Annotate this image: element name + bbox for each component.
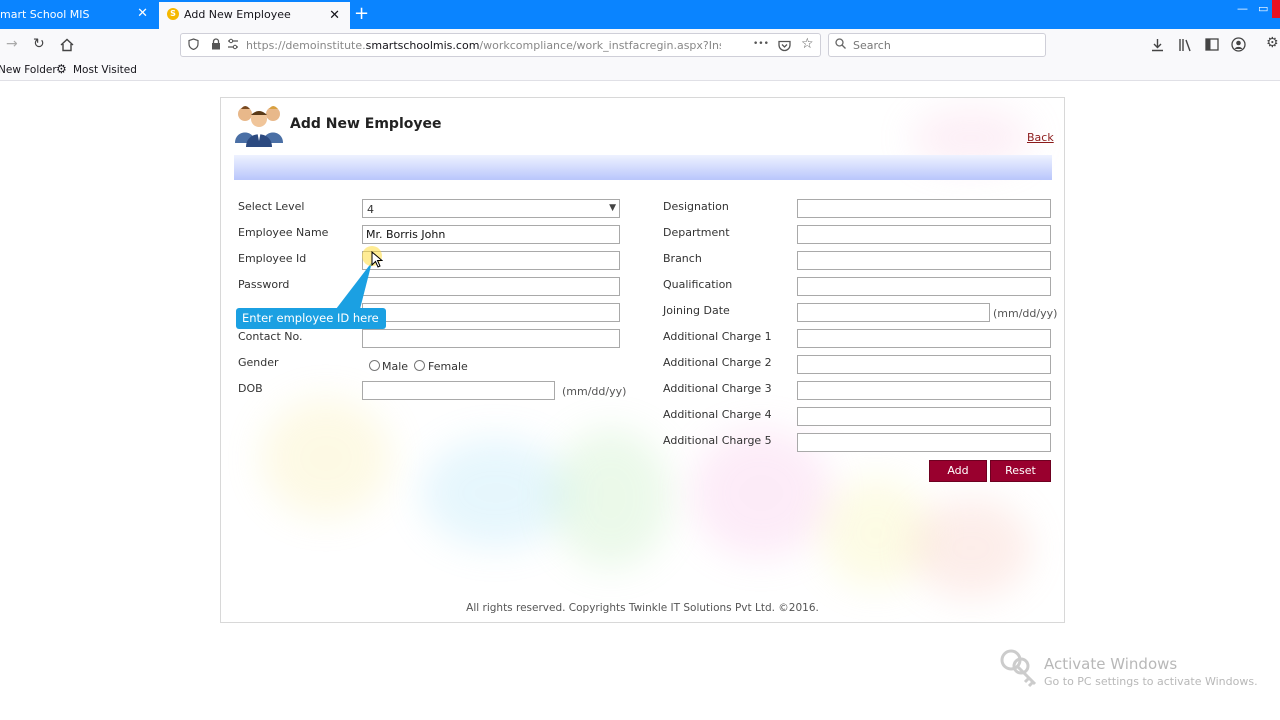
tooltip-pointer xyxy=(336,262,372,309)
key-icon xyxy=(1000,649,1037,688)
tooltip: Enter employee ID here xyxy=(236,308,386,329)
mouse-cursor-icon xyxy=(371,251,383,268)
activate-windows-title: Activate Windows xyxy=(1044,655,1178,673)
activate-windows-subtitle: Go to PC settings to activate Windows. xyxy=(1044,675,1258,688)
